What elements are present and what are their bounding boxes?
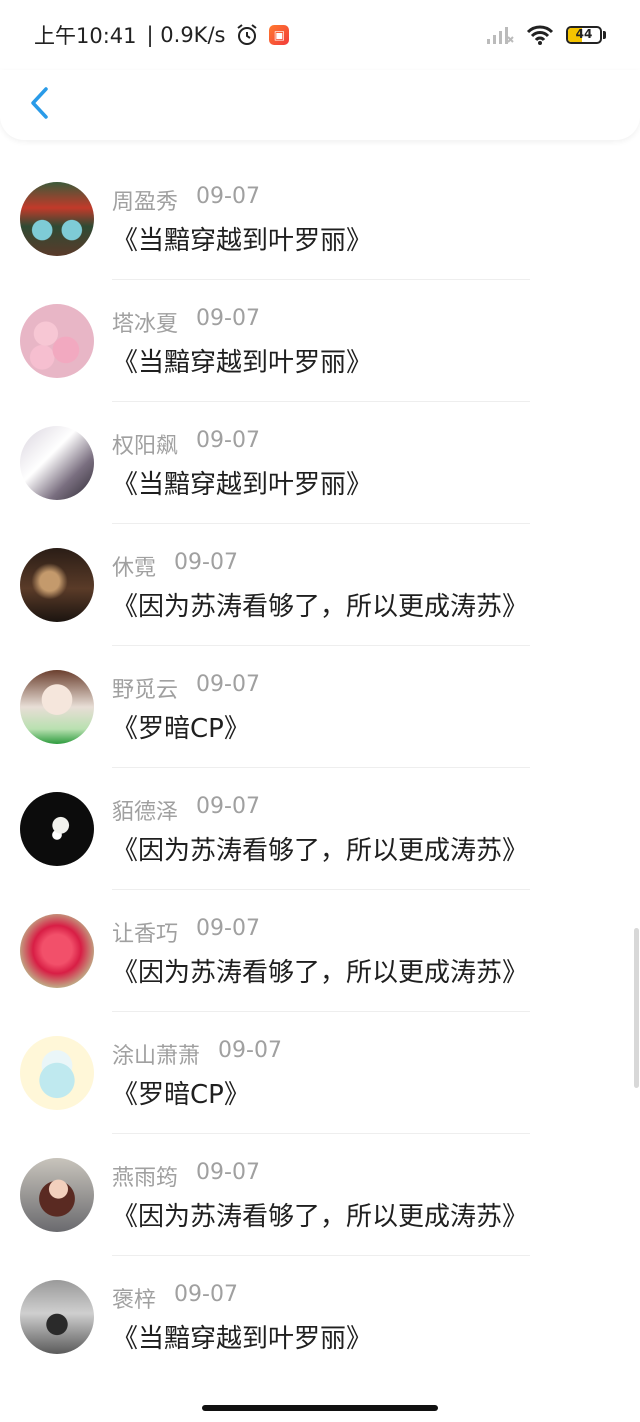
comment-date: 09-07 <box>196 1160 260 1185</box>
commenter-name: 褒梓 <box>112 1288 157 1313</box>
commenter-name: 塔冰夏 <box>112 312 179 337</box>
avatar[interactable] <box>20 670 94 744</box>
back-button[interactable] <box>20 84 60 126</box>
comment-text: 《当黯穿越到叶罗丽》 <box>112 1324 373 1354</box>
comment-text: 《当黯穿越到叶罗丽》 <box>112 226 373 256</box>
battery-icon: 44 <box>566 26 606 44</box>
status-time: 上午10:41 <box>34 24 137 48</box>
commenter-name: 燕雨筠 <box>112 1166 179 1191</box>
comment-text: 《罗暗CP》 <box>112 714 250 744</box>
commenter-name: 貊德泽 <box>112 800 179 825</box>
status-bar: 上午10:41 | 0.9K/s ▣ 44 <box>0 0 640 70</box>
comment-date: 09-07 <box>218 1038 282 1063</box>
comment-date: 09-07 <box>174 550 238 575</box>
list-item[interactable]: 权阳飙 09-07 《当黯穿越到叶罗丽》 <box>0 402 640 524</box>
comment-date: 09-07 <box>174 1282 238 1307</box>
wifi-icon <box>526 24 554 46</box>
status-left: 上午10:41 | 0.9K/s ▣ <box>34 20 290 50</box>
avatar[interactable] <box>20 914 94 988</box>
comment-date: 09-07 <box>196 184 260 209</box>
list-item[interactable]: 燕雨筠 09-07 《因为苏涛看够了，所以更成涛苏》 <box>0 1134 640 1256</box>
list-item[interactable]: 周盈秀 09-07 《当黯穿越到叶罗丽》 <box>0 158 640 280</box>
avatar[interactable] <box>20 792 94 866</box>
comment-text: 《因为苏涛看够了，所以更成涛苏》 <box>112 592 529 622</box>
list-item[interactable]: 休霓 09-07 《因为苏涛看够了，所以更成涛苏》 <box>0 524 640 646</box>
network-speed: | 0.9K/s <box>146 23 226 47</box>
chevron-left-icon <box>29 86 51 124</box>
list-item[interactable]: 褒梓 09-07 《当黯穿越到叶罗丽》 <box>0 1256 640 1378</box>
scrollbar[interactable] <box>634 928 639 1088</box>
comment-text: 《当黯穿越到叶罗丽》 <box>112 470 373 500</box>
comment-text: 《当黯穿越到叶罗丽》 <box>112 348 373 378</box>
comment-list: 周盈秀 09-07 《当黯穿越到叶罗丽》 塔冰夏 09-07 《当黯穿越到叶罗丽… <box>0 158 640 1378</box>
list-item[interactable]: 塔冰夏 09-07 《当黯穿越到叶罗丽》 <box>0 280 640 402</box>
avatar[interactable] <box>20 182 94 256</box>
comment-date: 09-07 <box>196 428 260 453</box>
avatar[interactable] <box>20 548 94 622</box>
alarm-icon <box>235 23 259 47</box>
list-item[interactable]: 野觅云 09-07 《罗暗CP》 <box>0 646 640 768</box>
comment-text: 《因为苏涛看够了，所以更成涛苏》 <box>112 1202 529 1232</box>
header-bar <box>0 70 640 140</box>
comment-text: 《罗暗CP》 <box>112 1080 250 1110</box>
commenter-name: 周盈秀 <box>112 190 179 215</box>
comment-text: 《因为苏涛看够了，所以更成涛苏》 <box>112 958 529 988</box>
avatar[interactable] <box>20 426 94 500</box>
list-item[interactable]: 涂山萧萧 09-07 《罗暗CP》 <box>0 1012 640 1134</box>
status-right: 44 <box>486 24 606 46</box>
app-badge-icon: ▣ <box>269 25 290 45</box>
list-item[interactable]: 貊德泽 09-07 《因为苏涛看够了，所以更成涛苏》 <box>0 768 640 890</box>
commenter-name: 涂山萧萧 <box>112 1044 201 1069</box>
commenter-name: 让香巧 <box>112 922 179 947</box>
comment-date: 09-07 <box>196 672 260 697</box>
comment-text: 《因为苏涛看够了，所以更成涛苏》 <box>112 836 529 866</box>
commenter-name: 休霓 <box>112 556 157 581</box>
commenter-name: 野觅云 <box>112 678 179 703</box>
comment-date: 09-07 <box>196 306 260 331</box>
commenter-name: 权阳飙 <box>112 434 179 459</box>
list-item[interactable]: 让香巧 09-07 《因为苏涛看够了，所以更成涛苏》 <box>0 890 640 1012</box>
home-indicator[interactable] <box>202 1405 438 1411</box>
signal-icon <box>486 25 514 45</box>
avatar[interactable] <box>20 1036 94 1110</box>
comment-date: 09-07 <box>196 916 260 941</box>
comment-date: 09-07 <box>196 794 260 819</box>
avatar[interactable] <box>20 1280 94 1354</box>
avatar[interactable] <box>20 304 94 378</box>
battery-percent: 44 <box>575 27 593 41</box>
avatar[interactable] <box>20 1158 94 1232</box>
